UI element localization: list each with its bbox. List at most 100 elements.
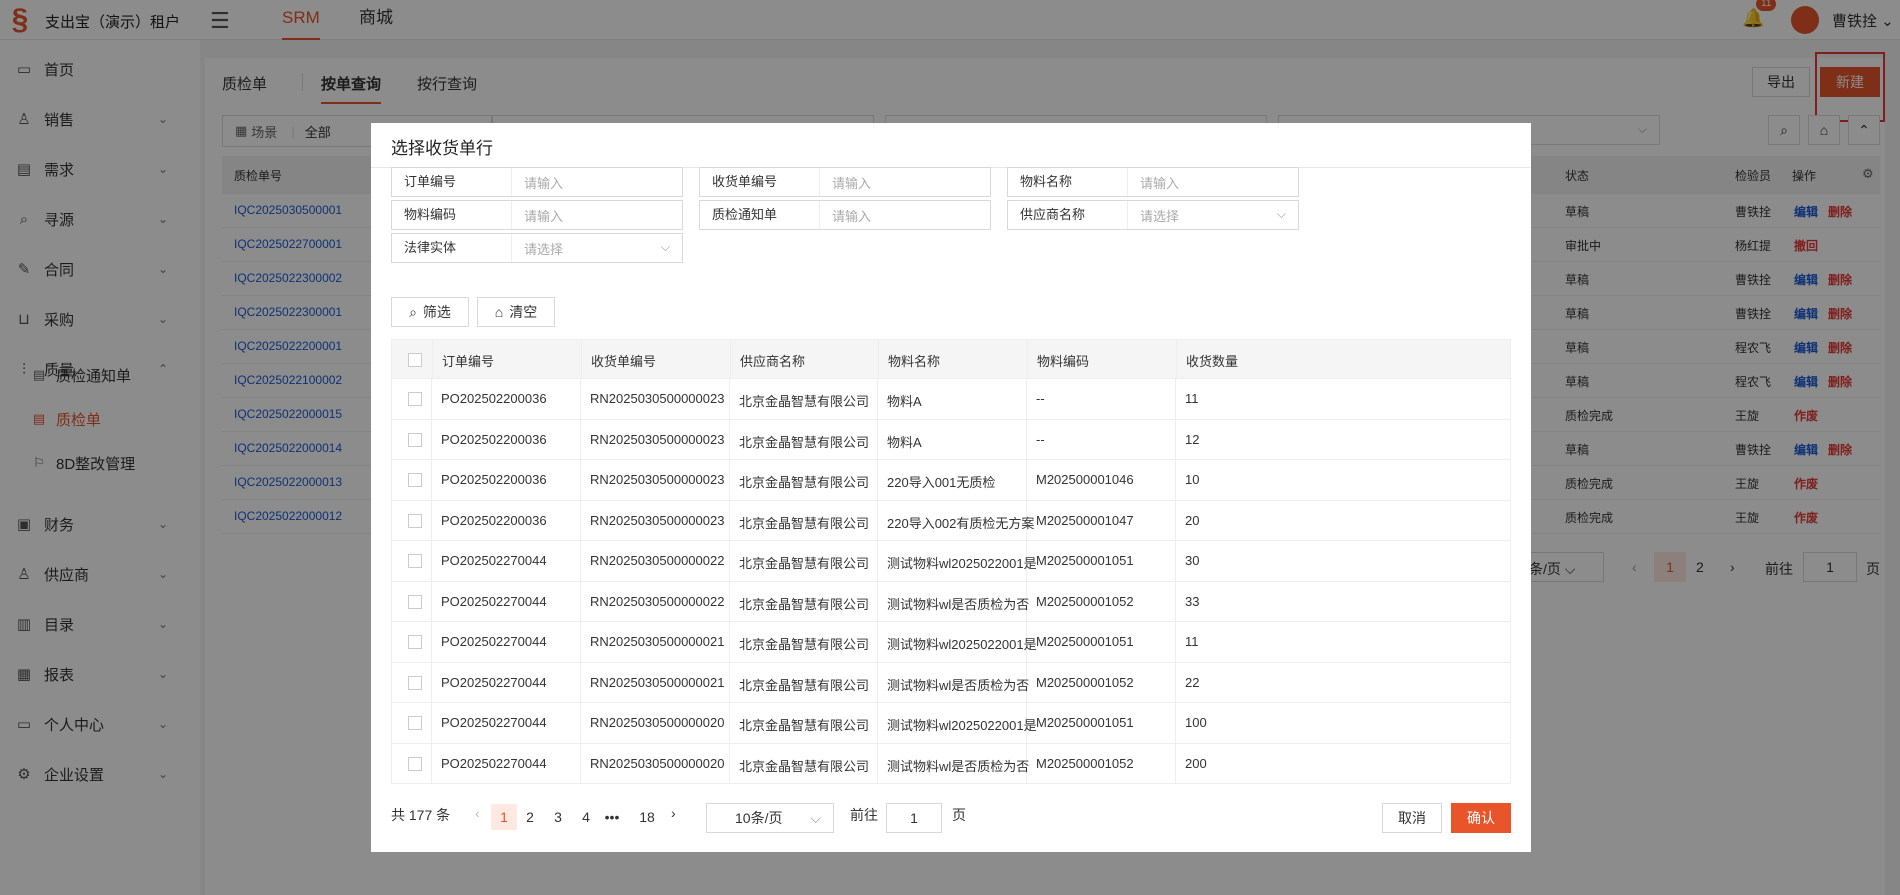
confirm-button[interactable]: 确认: [1451, 803, 1511, 833]
table-row[interactable]: PO202502200036 RN2025030500000023 北京金晶智慧有限…: [391, 460, 1511, 501]
chevron-down-icon: ⌵: [810, 810, 821, 826]
table-cell: 30: [1185, 553, 1200, 568]
table-cell: PO202502270044: [441, 755, 547, 771]
filter-button[interactable]: ⌕ 筛选: [391, 297, 469, 327]
table-row[interactable]: PO202502270044 RN2025030500000022 北京金晶智慧有限…: [391, 581, 1511, 622]
row-checkbox[interactable]: [408, 716, 422, 730]
table-row[interactable]: PO202502270044 RN2025030500000021 北京金晶智慧有限…: [391, 662, 1511, 703]
table-cell: M202500001052: [1036, 593, 1134, 609]
clear-button[interactable]: ⌂ 清空: [477, 297, 555, 327]
table-cell: RN2025030500000021: [590, 634, 725, 649]
filter-label: 收货单编号: [700, 168, 820, 196]
cancel-button[interactable]: 取消: [1382, 803, 1442, 833]
table-cell: RN2025030500000022: [590, 553, 725, 568]
filter-input[interactable]: 请输入: [1128, 173, 1298, 192]
row-checkbox[interactable]: [408, 473, 422, 487]
row-checkbox[interactable]: [408, 675, 422, 690]
chevron-down-icon: ⌵: [660, 240, 670, 254]
column-divider: [729, 541, 730, 581]
page-number[interactable]: 18: [632, 804, 662, 830]
table-row[interactable]: PO202502270044 RN2025030500000022 北京金晶智慧有限…: [391, 541, 1511, 582]
table-cell: RN2025030500000020: [590, 755, 725, 771]
filter-field[interactable]: 物料编码 请输入: [391, 200, 683, 230]
table-cell: 11: [1185, 634, 1199, 649]
filter-field[interactable]: 物料名称 请输入: [1007, 167, 1299, 197]
table-cell: 测试物料wl2025022001是...: [887, 718, 1037, 733]
filter-input[interactable]: 请输入: [820, 206, 990, 225]
filter-field[interactable]: 收货单编号 请输入: [699, 167, 991, 197]
table-cell: 物料A: [887, 434, 922, 450]
table-cell: M202500001051: [1036, 715, 1134, 730]
column-divider: [729, 703, 730, 743]
table-cell: 北京金晶智慧有限公司: [739, 394, 870, 409]
search-icon: ⌕: [409, 303, 417, 320]
total-count: 共 177 条: [391, 807, 451, 823]
select-all-checkbox[interactable]: [408, 353, 422, 367]
goto-input[interactable]: 1: [886, 803, 942, 833]
page-number[interactable]: •••: [599, 804, 625, 830]
table-row[interactable]: PO202502200036 RN2025030500000023 北京金晶智慧有限…: [391, 379, 1511, 420]
filter-label: 质检通知单: [700, 201, 820, 229]
column-divider: [878, 340, 879, 378]
table-cell: 33: [1185, 593, 1200, 609]
filter-field[interactable]: 订单编号 请输入: [391, 167, 683, 197]
column-header: 订单编号: [442, 354, 495, 369]
row-checkbox[interactable]: [408, 594, 422, 609]
filter-label: 供应商名称: [1008, 201, 1128, 229]
page-number[interactable]: 3: [545, 804, 571, 830]
filter-input[interactable]: 请选择: [512, 239, 682, 258]
column-divider: [1176, 340, 1177, 378]
row-checkbox[interactable]: [408, 554, 422, 568]
column-divider: [1026, 419, 1027, 459]
filter-input[interactable]: 请输入: [820, 173, 990, 192]
column-divider: [580, 743, 581, 783]
filter-field[interactable]: 供应商名称 请选择 ⌵: [1007, 200, 1299, 230]
page-number[interactable]: 2: [517, 804, 543, 830]
table-row[interactable]: PO202502200036 RN2025030500000023 北京金晶智慧有限…: [391, 500, 1511, 541]
page-number[interactable]: 4: [573, 804, 599, 830]
column-divider: [729, 379, 730, 419]
column-header: 物料名称: [888, 354, 941, 369]
column-divider: [1175, 703, 1176, 743]
row-checkbox[interactable]: [408, 635, 422, 649]
filter-input[interactable]: 请选择: [1128, 206, 1298, 225]
column-divider: [877, 662, 878, 702]
column-divider: [1175, 379, 1176, 419]
column-divider: [1027, 340, 1028, 378]
next-page-icon[interactable]: ›: [671, 805, 676, 821]
filter-input[interactable]: 请输入: [512, 173, 682, 192]
table-cell: PO202502200036: [441, 391, 547, 406]
filter-input[interactable]: 请输入: [512, 206, 682, 225]
column-divider: [877, 419, 878, 459]
row-checkbox[interactable]: [408, 513, 422, 528]
table-row[interactable]: PO202502270044 RN2025030500000021 北京金晶智慧有限…: [391, 622, 1511, 663]
table-cell: 12: [1185, 431, 1200, 447]
table-row[interactable]: PO202502270044 RN2025030500000020 北京金晶智慧有限…: [391, 743, 1511, 784]
row-checkbox[interactable]: [408, 392, 422, 406]
table-cell: 测试物料wl是否质检为否: [887, 758, 1030, 774]
table-cell: PO202502270044: [441, 674, 547, 690]
column-divider: [1175, 541, 1176, 581]
table-cell: RN2025030500000020: [590, 715, 725, 730]
row-checkbox[interactable]: [408, 432, 422, 447]
page-number[interactable]: 1: [491, 804, 517, 830]
filter-field[interactable]: 质检通知单 请输入: [699, 200, 991, 230]
page-size-select[interactable]: 10条/页 ⌵: [706, 803, 834, 833]
table-cell: M202500001051: [1036, 553, 1134, 568]
table-row[interactable]: PO202502270044 RN2025030500000020 北京金晶智慧有限…: [391, 703, 1511, 744]
column-divider: [581, 340, 582, 378]
column-divider: [1026, 379, 1027, 419]
column-divider: [877, 703, 878, 743]
column-divider: [431, 541, 432, 581]
filter-field[interactable]: 法律实体 请选择 ⌵: [391, 233, 683, 263]
table-cell: 200: [1185, 755, 1207, 771]
column-divider: [580, 622, 581, 662]
filter-label: 物料名称: [1008, 168, 1128, 196]
column-divider: [431, 703, 432, 743]
column-divider: [877, 460, 878, 500]
table-row[interactable]: PO202502200036 RN2025030500000023 北京金晶智慧有限…: [391, 419, 1511, 460]
table-cell: 测试物料wl是否质检为否: [887, 596, 1030, 612]
column-divider: [431, 743, 432, 783]
row-checkbox[interactable]: [408, 756, 422, 771]
prev-page-icon[interactable]: ‹: [475, 805, 480, 821]
